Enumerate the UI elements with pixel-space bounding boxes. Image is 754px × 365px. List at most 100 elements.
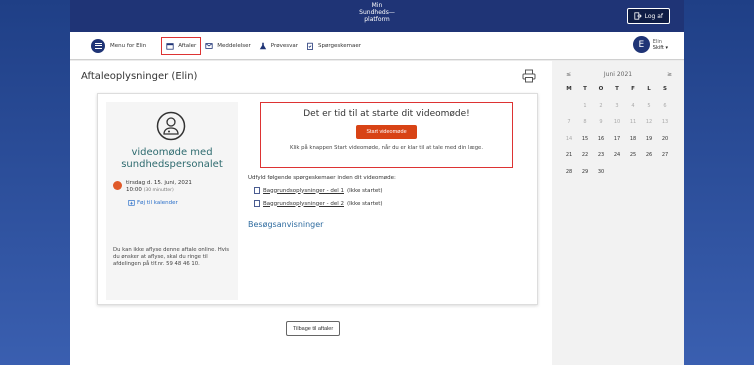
- appointment-time: 10:00: [126, 187, 142, 193]
- appointment-title: videomøde med sundhedspersonalet: [106, 147, 238, 171]
- calendar-day[interactable]: 5: [641, 103, 657, 120]
- calendar-day[interactable]: 1: [577, 103, 593, 120]
- calendar-empty-cell: [561, 103, 577, 120]
- form-link[interactable]: Baggrundsoplysninger - del 2: [263, 201, 344, 207]
- brand-line: Sundheds—: [359, 9, 395, 16]
- form-status: (Ikke startet): [347, 187, 383, 194]
- menu-button[interactable]: Menu for Elin: [91, 38, 147, 53]
- calendar-day[interactable]: 23: [593, 152, 609, 169]
- brand-line: platform: [364, 16, 390, 23]
- calendar-day[interactable]: 29: [577, 169, 593, 186]
- calendar-weekday: T: [615, 86, 619, 92]
- video-heading: Det er tid til at starte dit videomøde!: [303, 109, 470, 119]
- calendar-add-icon: [128, 200, 135, 206]
- page-background-left: [0, 0, 70, 365]
- main-content: Aftaleoplysninger (Elin) videomøde med s…: [70, 61, 552, 365]
- appointment-date: tirsdag d. 15. juni, 2021: [126, 180, 192, 186]
- forms-intro: Udfyld følgende spørgeskemaer inden dit …: [248, 175, 396, 181]
- mail-icon: [205, 42, 213, 49]
- calendar-next-button[interactable]: ≥: [667, 71, 672, 78]
- nav-item-provesvar[interactable]: Prøvesvar: [255, 37, 302, 55]
- add-to-calendar-link[interactable]: Føj til kalender: [128, 199, 178, 206]
- print-icon[interactable]: [522, 69, 536, 83]
- top-header: Min Sundheds— platform Log af: [70, 0, 684, 32]
- calendar-day[interactable]: 3: [609, 103, 625, 120]
- calendar-day[interactable]: 22: [577, 152, 593, 169]
- nav-item-sporgeskemaer[interactable]: Spørgeskemaer: [302, 37, 365, 55]
- brand-logo[interactable]: Min Sundheds— platform: [337, 2, 417, 23]
- clock-icon: [113, 181, 122, 190]
- avatar: E: [632, 36, 650, 53]
- user-switcher[interactable]: E Elin Skift ▾: [632, 36, 668, 53]
- start-video-button[interactable]: Start videomøde: [356, 125, 417, 139]
- calendar-day[interactable]: 17: [609, 136, 625, 153]
- calendar-day[interactable]: 30: [593, 169, 609, 186]
- menu-label: Menu for Elin: [110, 42, 147, 49]
- nav-item-label: Spørgeskemaer: [318, 42, 361, 49]
- nav-bar: Menu for Elin Aftaler Meddelelser Prøves…: [70, 32, 684, 60]
- calendar-weekday: O: [598, 86, 604, 92]
- calendar-day[interactable]: 21: [561, 152, 577, 169]
- appointment-title-line: videomøde med: [131, 147, 213, 158]
- appointment-title-line: sundhedspersonalet: [121, 159, 223, 170]
- cancel-note: Du kan ikke aflyse denne aftale online. …: [113, 247, 230, 267]
- appointment-duration: (30 minutter): [143, 188, 174, 193]
- nav-item-label: Aftaler: [178, 42, 197, 49]
- appointment-datetime: tirsdag d. 15. juni, 2021 10:00 (30 minu…: [113, 180, 192, 194]
- calendar-grid: M T O T F L S 1 2 3 4 5 6 7 8 9 10 11 12 13 14 15 16 17 18 19 20 21…: [561, 86, 673, 185]
- calendar-day[interactable]: 28: [561, 169, 577, 186]
- nav-item-label: Meddelelser: [217, 42, 251, 49]
- appointment-summary: videomøde med sundhedspersonalet tirsdag…: [106, 102, 238, 300]
- calendar-day[interactable]: 8: [577, 119, 593, 136]
- calendar-day[interactable]: 11: [625, 119, 641, 136]
- calendar-panel: ≤ Juni 2021 ≥ M T O T F L S 1 2 3 4 5 6 7 8 9 10 11 12 13 14…: [552, 61, 684, 365]
- clipboard-icon: [307, 42, 313, 50]
- calendar-day[interactable]: 6: [657, 103, 673, 120]
- form-item: Baggrundsoplysninger - del 2 (Ikke start…: [254, 200, 383, 207]
- back-to-appointments-button[interactable]: Tilbage til aftaler: [286, 321, 341, 336]
- nav-item-aftaler[interactable]: Aftaler: [161, 36, 202, 55]
- calendar-weekday: L: [647, 86, 651, 92]
- form-item: Baggrundsoplysninger - del 1 (Ikke start…: [254, 187, 383, 194]
- calendar-day[interactable]: 4: [625, 103, 641, 120]
- video-hint: Klik på knappen Start videomøde, når du …: [289, 145, 484, 151]
- calendar-day[interactable]: 16: [593, 136, 609, 153]
- page-background-right: [684, 0, 754, 365]
- calendar-day[interactable]: 27: [657, 152, 673, 169]
- appointment-card: videomøde med sundhedspersonalet tirsdag…: [97, 93, 538, 305]
- calendar-day[interactable]: 9: [593, 119, 609, 136]
- logout-label: Log af: [644, 12, 663, 20]
- visit-instructions-link[interactable]: Besøgsanvisninger: [248, 220, 323, 229]
- add-to-calendar-label: Føj til kalender: [137, 199, 178, 206]
- calendar-day[interactable]: 10: [609, 119, 625, 136]
- calendar-day[interactable]: 13: [657, 119, 673, 136]
- calendar-day[interactable]: 26: [641, 152, 657, 169]
- calendar-day[interactable]: 20: [657, 136, 673, 153]
- nav-item-meddelelser[interactable]: Meddelelser: [201, 37, 254, 55]
- calendar-day[interactable]: 25: [625, 152, 641, 169]
- doctor-icon: [156, 111, 186, 141]
- calendar-weekday: F: [631, 86, 635, 92]
- hamburger-icon: [91, 38, 105, 53]
- calendar-day[interactable]: 14: [561, 136, 577, 153]
- clipboard-icon: [254, 187, 260, 194]
- form-link[interactable]: Baggrundsoplysninger - del 1: [263, 188, 344, 194]
- form-status: (Ikke startet): [347, 200, 383, 207]
- calendar-day[interactable]: 7: [561, 119, 577, 136]
- calendar-day[interactable]: 12: [641, 119, 657, 136]
- calendar-day[interactable]: 15: [577, 136, 593, 153]
- calendar-weekday: T: [583, 86, 587, 92]
- logout-icon: [633, 12, 642, 20]
- calendar-month: Juni 2021: [603, 71, 633, 78]
- calendar-day[interactable]: 19: [641, 136, 657, 153]
- flask-icon: [259, 42, 266, 49]
- calendar-icon: [166, 42, 174, 50]
- calendar-day[interactable]: 2: [593, 103, 609, 120]
- calendar-weekday: M: [566, 86, 572, 92]
- calendar-day[interactable]: 24: [609, 152, 625, 169]
- page-title: Aftaleoplysninger (Elin): [81, 71, 198, 82]
- calendar-weekday: S: [663, 86, 667, 92]
- logout-button[interactable]: Log af: [626, 8, 670, 24]
- calendar-day[interactable]: 18: [625, 136, 641, 153]
- video-start-panel: Det er tid til at starte dit videomøde! …: [260, 102, 513, 168]
